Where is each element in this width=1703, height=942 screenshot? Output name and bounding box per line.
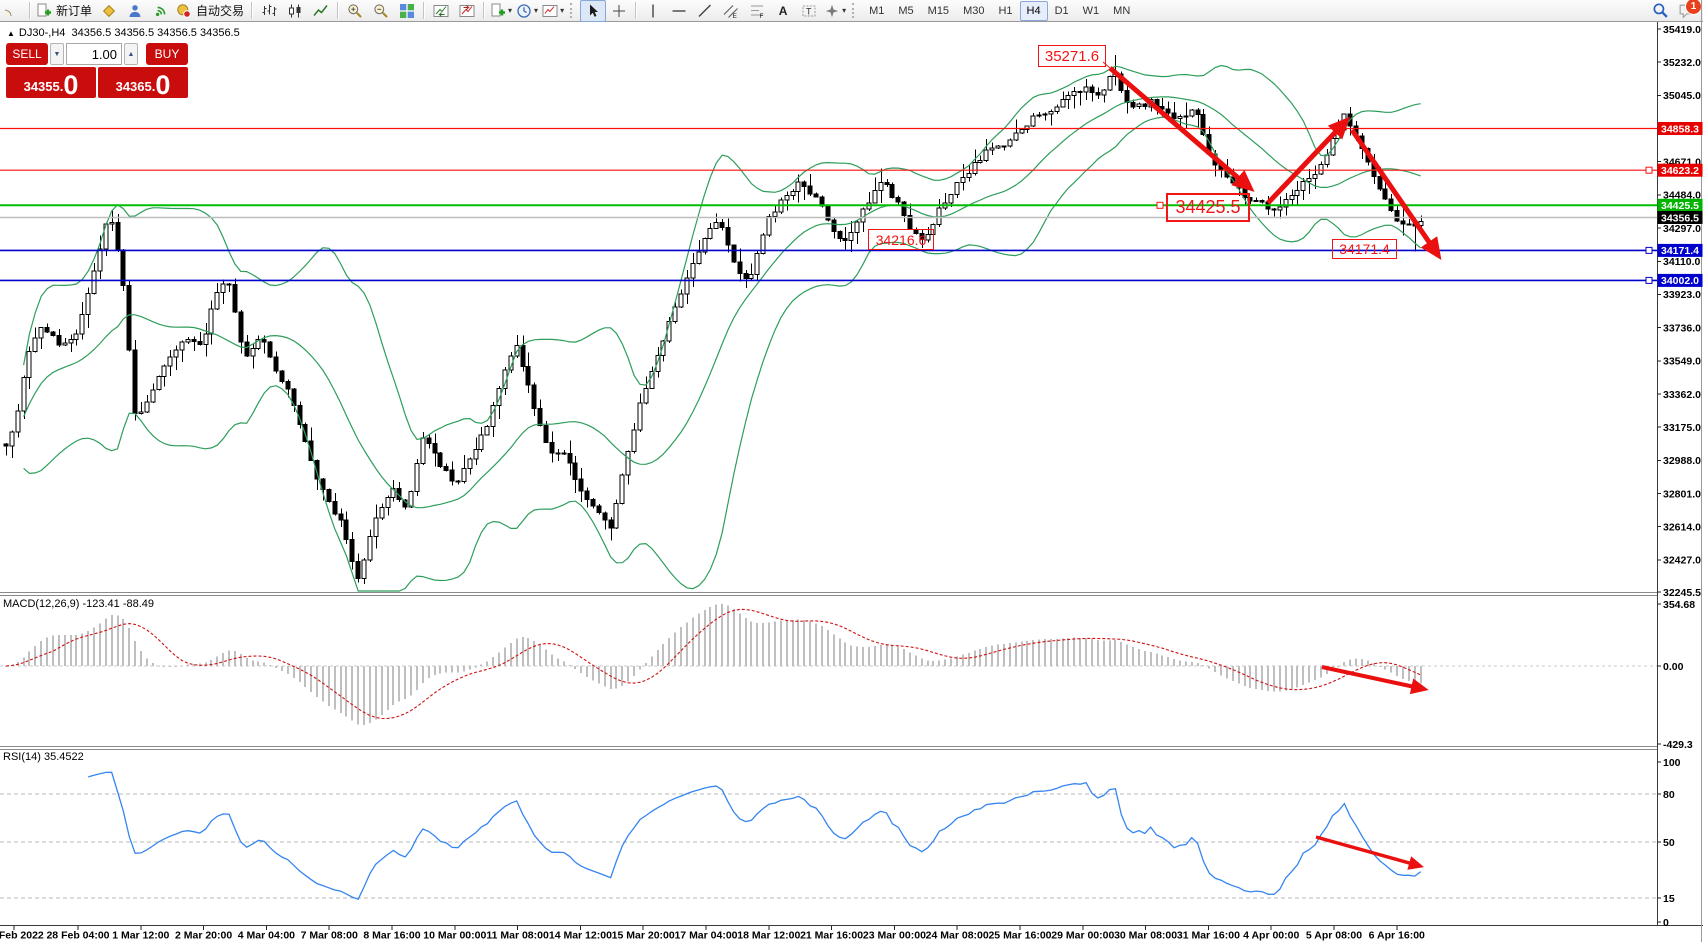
line-handle[interactable] bbox=[1646, 277, 1652, 283]
time-axis-label: 18 Mar 12:00 bbox=[737, 930, 800, 942]
price-annotation[interactable]: 34425.5 bbox=[1166, 193, 1250, 222]
time-axis-label: 11 Mar 08:00 bbox=[486, 930, 549, 942]
sell-price[interactable]: 34355.0 bbox=[6, 67, 96, 98]
price-badge-label: 34002.0 bbox=[1661, 275, 1699, 287]
collapse-arrow-icon[interactable]: ▲ bbox=[7, 29, 15, 38]
price-badge-label: 34356.5 bbox=[1661, 212, 1699, 224]
axis-tick-label: 33923.0 bbox=[1663, 289, 1701, 301]
macd-histogram bbox=[5, 604, 1422, 725]
price-badge-label: 34425.5 bbox=[1661, 200, 1699, 212]
one-click-trading-panel: SELL ▼ ▲ BUY 34355.0 34365.0 bbox=[6, 43, 188, 98]
trend-arrow[interactable] bbox=[1316, 837, 1420, 866]
axis-tick-label: 32801.0 bbox=[1663, 488, 1701, 500]
time-axis-label: 21 Mar 16:00 bbox=[800, 930, 863, 942]
candles bbox=[4, 55, 1423, 584]
time-axis-label: 5 Apr 08:00 bbox=[1306, 930, 1362, 942]
bollinger-band-line bbox=[24, 66, 1421, 440]
time-axis-label: 8 Mar 16:00 bbox=[363, 930, 420, 942]
time-axis-label: 31 Mar 16:00 bbox=[1177, 930, 1240, 942]
sell-button[interactable]: SELL bbox=[6, 43, 48, 65]
time-axis-label: 4 Mar 04:00 bbox=[238, 930, 295, 942]
axis-tick-label: 100 bbox=[1663, 757, 1681, 769]
rsi-indicator-label: RSI(14) 35.4522 bbox=[3, 751, 84, 763]
axis-tick-label: 32614.0 bbox=[1663, 521, 1701, 533]
metatrader-window: 新订单自动交易▾▾▾EFAT▾M1M5M15M30H1H4D1W1MN1 354… bbox=[0, 0, 1703, 942]
axis-tick-label: 33736.0 bbox=[1663, 322, 1701, 334]
time-axis-label: 23 Mar 00:00 bbox=[863, 930, 926, 942]
price-annotation[interactable]: 34216.6 bbox=[868, 229, 934, 250]
axis-tick-label: 354.68 bbox=[1663, 599, 1695, 611]
buy-button[interactable]: BUY bbox=[146, 43, 188, 65]
buy-price-small: 34365. bbox=[116, 80, 156, 93]
axis-tick-label: -429.3 bbox=[1663, 739, 1693, 751]
time-axis-label: 17 Mar 04:00 bbox=[674, 930, 737, 942]
time-axis-label: 14 Mar 12:00 bbox=[549, 930, 612, 942]
macd-signal-line bbox=[6, 609, 1421, 718]
axis-tick-label: 32988.0 bbox=[1663, 455, 1701, 467]
time-axis-label: 30 Mar 08:00 bbox=[1114, 930, 1177, 942]
line-handle[interactable] bbox=[1157, 202, 1163, 208]
volume-input[interactable] bbox=[66, 43, 122, 65]
time-axis-label: 25 Feb 2022 bbox=[0, 930, 44, 942]
price-badge-label: 34623.2 bbox=[1661, 165, 1699, 177]
time-axis-label: 28 Feb 04:00 bbox=[46, 930, 109, 942]
axis-tick-label: 33549.0 bbox=[1663, 356, 1701, 368]
axis-tick-label: 34297.0 bbox=[1663, 223, 1701, 235]
price-badge-label: 34171.4 bbox=[1661, 245, 1699, 257]
symbol-name: DJ30-,H4 bbox=[19, 27, 65, 39]
bollinger-band-line bbox=[24, 117, 1421, 591]
sell-price-small: 34355. bbox=[24, 80, 64, 93]
axis-tick-label: 80 bbox=[1663, 789, 1675, 801]
buy-price[interactable]: 34365.0 bbox=[98, 67, 188, 98]
axis-tick-label: 32245.5 bbox=[1663, 587, 1701, 599]
axis-tick-label: 33362.0 bbox=[1663, 389, 1701, 401]
axis-tick-label: 15 bbox=[1663, 893, 1675, 905]
axis-tick-label: 35419.0 bbox=[1663, 24, 1701, 36]
time-axis-label: 24 Mar 08:00 bbox=[926, 930, 989, 942]
macd-indicator-label: MACD(12,26,9) -123.41 -88.49 bbox=[3, 598, 154, 610]
time-axis-label: 7 Mar 08:00 bbox=[301, 930, 358, 942]
trend-arrow[interactable] bbox=[1352, 130, 1438, 255]
trend-arrow[interactable] bbox=[1268, 121, 1346, 203]
axis-tick-label: 35045.0 bbox=[1663, 90, 1701, 102]
time-axis-label: 15 Mar 20:00 bbox=[612, 930, 675, 942]
ohlc-values: 34356.5 34356.5 34356.5 34356.5 bbox=[72, 27, 240, 39]
axis-tick-label: 50 bbox=[1663, 837, 1675, 849]
axis-tick-label: 35232.0 bbox=[1663, 57, 1701, 69]
price-badge-label: 34858.3 bbox=[1661, 123, 1699, 135]
time-axis-label: 25 Mar 16:00 bbox=[988, 930, 1051, 942]
time-axis-label: 10 Mar 00:00 bbox=[423, 930, 486, 942]
time-axis-label: 1 Mar 12:00 bbox=[112, 930, 169, 942]
volume-increase-button[interactable]: ▲ bbox=[124, 43, 138, 65]
chart-plot-area[interactable]: 35419.035232.035045.034671.034484.034297… bbox=[0, 0, 1703, 942]
line-handle[interactable] bbox=[1646, 247, 1652, 253]
time-axis-label: 4 Apr 00:00 bbox=[1243, 930, 1299, 942]
time-axis-label: 29 Mar 00:00 bbox=[1051, 930, 1114, 942]
axis-tick-label: 34110.0 bbox=[1663, 256, 1701, 268]
axis-tick-label: 33175.0 bbox=[1663, 422, 1701, 434]
symbol-line: ▲ DJ30-,H4 34356.5 34356.5 34356.5 34356.… bbox=[7, 27, 240, 39]
time-axis-label: 6 Apr 16:00 bbox=[1369, 930, 1425, 942]
volume-decrease-button[interactable]: ▼ bbox=[50, 43, 64, 65]
axis-tick-label: 0.00 bbox=[1663, 661, 1684, 673]
axis-tick-label: 0 bbox=[1663, 917, 1669, 929]
price-annotation[interactable]: 34171.4 bbox=[1332, 239, 1397, 259]
time-axis-label: 2 Mar 20:00 bbox=[175, 930, 232, 942]
price-annotation[interactable]: 35271.6 bbox=[1038, 45, 1106, 67]
buy-price-big: 0 bbox=[155, 74, 170, 97]
sell-price-big: 0 bbox=[63, 74, 78, 97]
axis-tick-label: 32427.0 bbox=[1663, 555, 1701, 567]
rsi-line bbox=[88, 772, 1420, 899]
line-handle[interactable] bbox=[1646, 167, 1652, 173]
